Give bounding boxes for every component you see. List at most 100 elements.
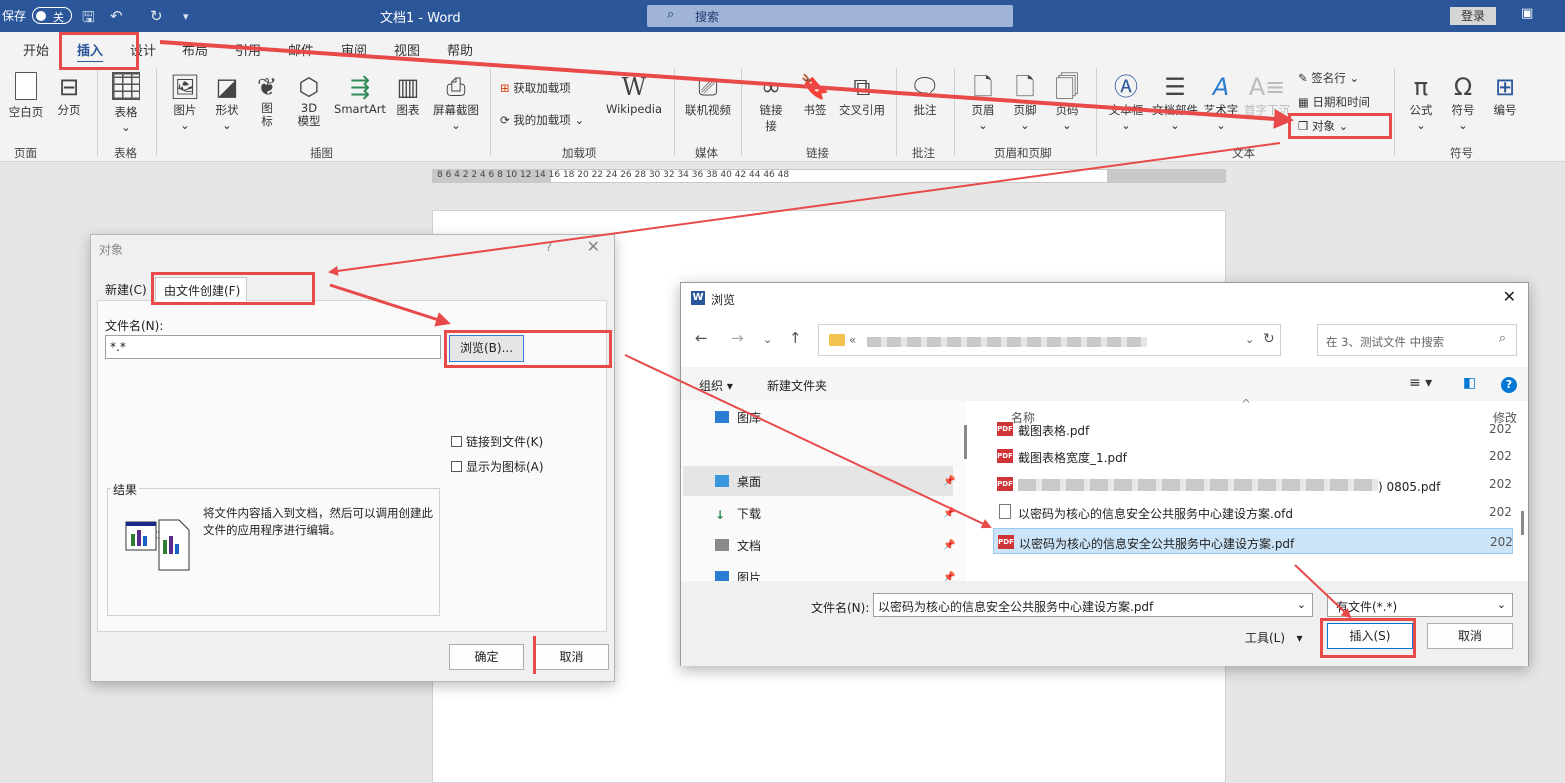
search-box[interactable]: ⌕ 搜索 <box>647 5 1013 27</box>
file-row[interactable]: PDF) 0805.pdf 202 <box>993 471 1513 497</box>
tab-home[interactable]: 开始 <box>23 40 49 59</box>
ribbon-display-icon[interactable]: ▣ <box>1521 6 1533 21</box>
file-row[interactable]: 以密码为核心的信息安全公共服务中心建设方案.ofd 202 <box>993 499 1513 525</box>
blank-page-button[interactable]: 空白页 <box>6 72 46 120</box>
separator <box>1394 68 1395 156</box>
page-number-button[interactable]: 🗍 页码 ⌄ <box>1050 72 1084 132</box>
picture-icon: 🖼 <box>169 73 201 101</box>
file-row-selected[interactable]: PDF 以密码为核心的信息安全公共服务中心建设方案.pdf 202 <box>993 528 1513 554</box>
nav-item-gallery[interactable]: 图库 <box>715 409 761 426</box>
link-button[interactable]: ∞ 链接接 <box>756 72 786 134</box>
help-icon[interactable]: ? <box>546 240 552 254</box>
cross-reference-label: 交叉引用 <box>839 103 885 117</box>
separator <box>674 68 675 156</box>
document-title: 文档1 - Word <box>380 11 461 26</box>
nav-item-documents[interactable]: 文档 <box>715 537 761 554</box>
recent-locations-icon[interactable]: ⌄ <box>763 333 772 346</box>
file-row[interactable]: PDF 截图表格宽度_1.pdf 202 <box>993 443 1513 469</box>
preview-pane-icon[interactable]: ◧ <box>1463 375 1476 391</box>
icons-button[interactable]: ❦ 图标 <box>252 72 282 128</box>
icons-label: 图标 <box>261 101 273 128</box>
file-row[interactable]: PDF 截图表格.pdf 202 <box>993 421 1513 439</box>
equation-button[interactable]: π 公式 ⌄ <box>1404 72 1438 132</box>
nav-item-desktop[interactable]: 桌面 <box>715 473 761 490</box>
quick-parts-button[interactable]: ☰ 文档部件 ⌄ <box>1150 72 1200 132</box>
tools-button[interactable]: 工具(L) ▾ <box>1245 629 1303 646</box>
tab-references[interactable]: 引用 <box>235 40 261 59</box>
new-folder-button[interactable]: 新建文件夹 <box>767 377 827 394</box>
table-button[interactable]: 表格 ⌄ <box>108 72 144 134</box>
group-addins-label: 加载项 <box>562 146 597 160</box>
filetype-select[interactable]: 有文件(*.*) ⌄ <box>1327 593 1513 617</box>
horizontal-ruler[interactable]: 8 6 4 2 2 4 6 8 10 12 14 16 18 20 22 24 … <box>432 169 1226 183</box>
symbol-button[interactable]: Ω 符号 ⌄ <box>1446 72 1480 132</box>
organize-button[interactable]: 组织 ▾ <box>699 377 733 394</box>
nav-item-downloads[interactable]: ↓ 下载 <box>715 505 761 522</box>
desktop-icon <box>715 475 729 487</box>
wordart-button[interactable]: A 艺术字 ⌄ <box>1200 72 1242 132</box>
filename-dropdown-icon[interactable]: ⌄ <box>1297 598 1306 611</box>
group-pages-label: 页面 <box>14 146 37 160</box>
show-as-icon-checkbox[interactable]: 显示为图标(A) <box>451 458 544 475</box>
page-break-button[interactable]: ⊟ 分页 <box>52 72 86 118</box>
signature-line-button[interactable]: ✎ 签名行 ⌄ <box>1298 70 1359 86</box>
wordart-label: 艺术字 <box>1203 103 1239 117</box>
filename-input[interactable]: 以密码为核心的信息安全公共服务中心建设方案.pdf ⌄ <box>873 593 1313 617</box>
drop-cap-icon: A≡ <box>1248 73 1286 101</box>
tab-create-new[interactable]: 新建(C) <box>105 281 147 298</box>
tab-view[interactable]: 视图 <box>394 40 420 59</box>
file-list-scrollbar[interactable] <box>1521 511 1524 535</box>
address-bar[interactable]: « ⌄ ↻ <box>818 324 1281 356</box>
online-video-button[interactable]: ⎚ 联机视频 <box>682 72 734 118</box>
shapes-button[interactable]: ◪ 形状 ⌄ <box>210 72 244 132</box>
textbox-button[interactable]: Ⓐ 文本框 ⌄ <box>1106 72 1146 132</box>
up-arrow-icon[interactable]: ↑ <box>789 329 802 347</box>
ok-button[interactable]: 确定 <box>449 644 524 670</box>
filename-input[interactable]: *.* <box>105 335 441 359</box>
help-icon[interactable]: ? <box>1501 377 1517 393</box>
tab-mailings[interactable]: 邮件 <box>288 40 314 59</box>
cancel-button[interactable]: 取消 <box>534 644 609 670</box>
cancel-button[interactable]: 取消 <box>1427 623 1513 649</box>
highlight-object-button <box>1288 113 1392 139</box>
autosave-toggle[interactable]: 关 <box>32 7 72 24</box>
header-button[interactable]: 🗋 页眉 ⌄ <box>966 72 1000 132</box>
back-arrow-icon[interactable]: ← <box>695 329 708 347</box>
comment-button[interactable]: 🗨 批注 <box>908 72 942 118</box>
tab-help[interactable]: 帮助 <box>447 40 473 59</box>
tab-layout[interactable]: 布局 <box>182 40 208 59</box>
refresh-icon[interactable]: ↻ <box>1263 331 1275 347</box>
pdf-icon: PDF <box>998 535 1014 549</box>
close-icon[interactable]: ✕ <box>1503 287 1516 306</box>
cross-reference-button[interactable]: ⧉ 交叉引用 <box>836 72 888 118</box>
screenshot-button[interactable]: ⎙ 屏幕截图 ⌄ <box>430 72 482 132</box>
wikipedia-icon: W <box>621 73 647 101</box>
undo-icon[interactable]: ↶ <box>110 7 123 25</box>
search-folder-input[interactable]: 在 3、测试文件 中搜索 ⌕ <box>1317 324 1517 356</box>
3d-models-button[interactable]: ⬡ 3D模型 <box>292 72 326 128</box>
link-icon: ∞ <box>761 73 781 101</box>
view-menu-icon[interactable]: ≡ ▾ <box>1409 375 1432 391</box>
get-addins-button[interactable]: ⊞ 获取加载项 <box>500 80 571 96</box>
my-addins-button[interactable]: ⟳ 我的加载项 ⌄ <box>500 112 584 128</box>
forward-arrow-icon[interactable]: → <box>731 329 744 347</box>
bookmark-button[interactable]: 🔖 书签 <box>798 72 832 118</box>
pictures-button[interactable]: 🖼 图片 ⌄ <box>168 72 202 132</box>
number-button[interactable]: ⊞ 编号 <box>1488 72 1522 118</box>
link-to-file-checkbox[interactable]: 链接到文件(K) <box>451 433 543 450</box>
login-button[interactable]: 登录 <box>1450 7 1496 25</box>
redo-icon[interactable]: ↻ <box>150 7 163 25</box>
nav-scrollbar[interactable] <box>964 425 967 459</box>
file-date: 202 <box>1489 422 1512 436</box>
customize-qat-icon[interactable]: ▾ <box>183 10 189 23</box>
tab-review[interactable]: 审阅 <box>341 40 367 59</box>
smartart-button[interactable]: ⇶ SmartArt <box>332 72 388 116</box>
address-dropdown-icon[interactable]: ⌄ <box>1245 333 1254 346</box>
footer-button[interactable]: 🗋 页脚 ⌄ <box>1008 72 1042 132</box>
date-time-button[interactable]: ▦ 日期和时间 <box>1298 94 1370 110</box>
save-icon[interactable]: 🖫 <box>82 7 95 32</box>
drop-cap-button[interactable]: A≡ 首字下沉 <box>1244 72 1290 118</box>
chart-button[interactable]: ▥ 图表 <box>393 72 423 118</box>
close-icon[interactable]: ✕ <box>587 237 600 256</box>
wikipedia-button[interactable]: W Wikipedia <box>604 72 664 116</box>
